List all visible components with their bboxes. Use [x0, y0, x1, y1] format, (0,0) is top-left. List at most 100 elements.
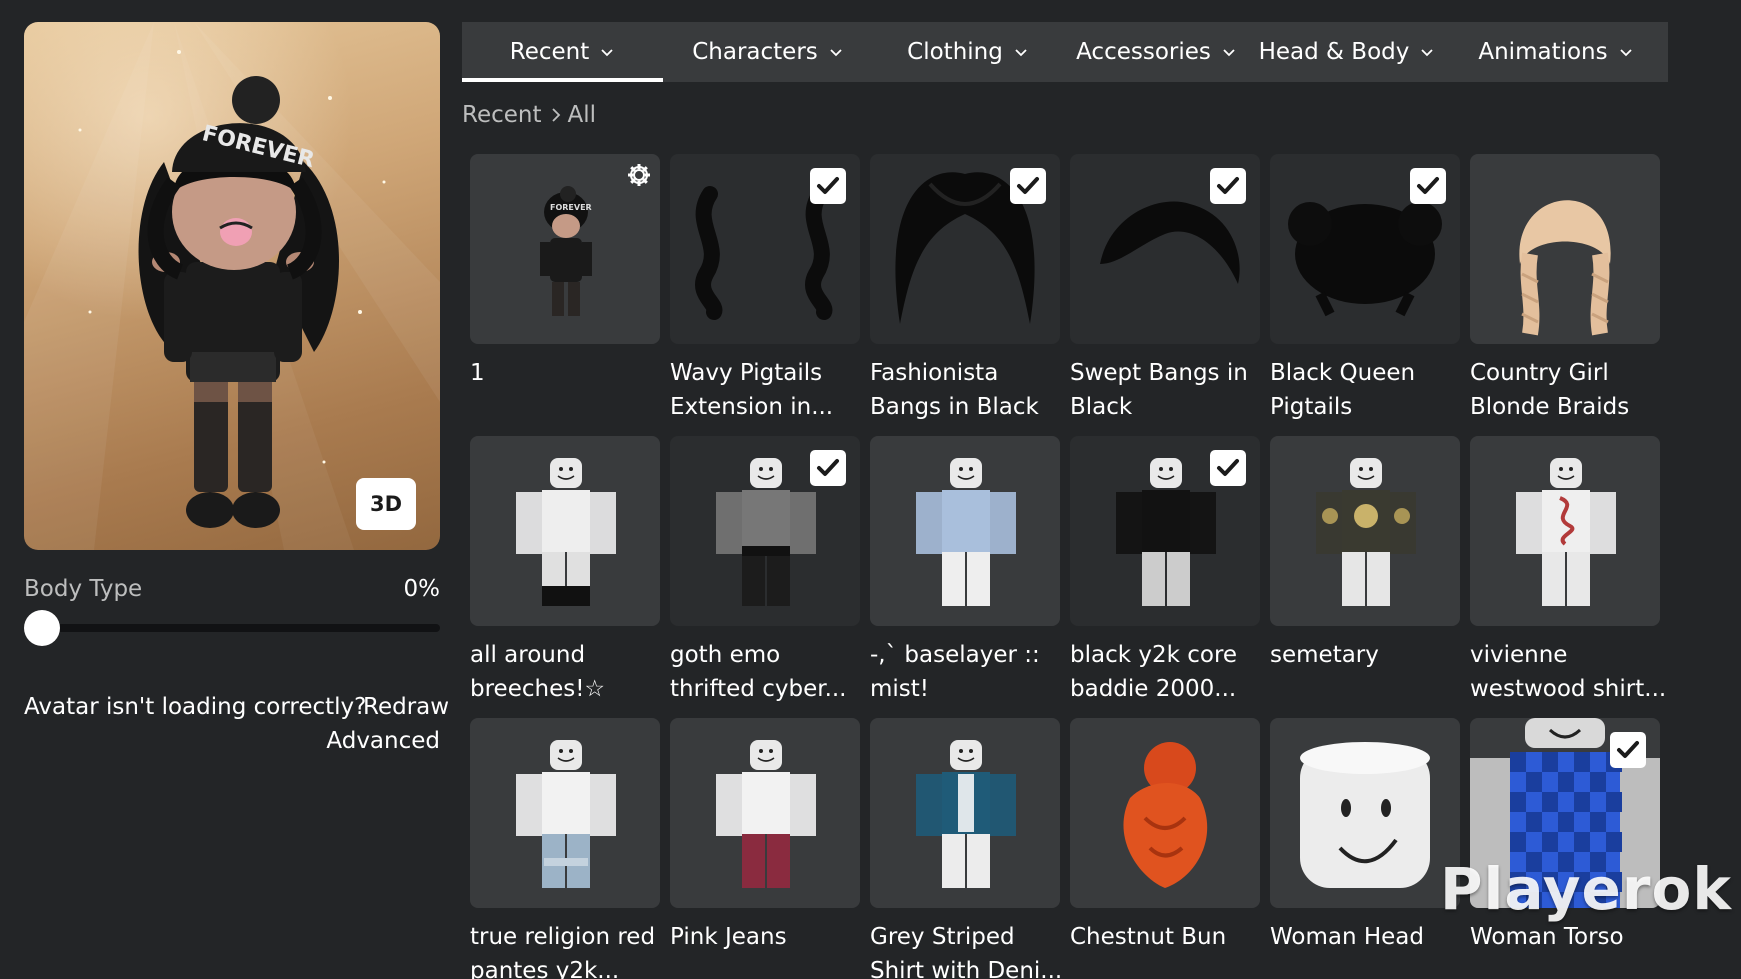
graphic-shirt-thumbnail-icon [1316, 458, 1416, 606]
tab-label: Animations [1478, 39, 1608, 65]
breadcrumb-current: All [567, 102, 597, 128]
item-thumbnail[interactable] [1470, 154, 1660, 344]
item-card[interactable]: all around breeches!☆ [470, 436, 660, 706]
woman-head-thumbnail-icon [1300, 742, 1430, 888]
item-name: Woman Torso [1470, 924, 1624, 950]
item-thumbnail[interactable]: FOREVER [470, 154, 660, 344]
item-card[interactable]: Black Queen Pigtails [1270, 154, 1460, 424]
item-thumbnail[interactable] [1070, 436, 1260, 626]
item-name: Grey Striped Shirt with Deni... [870, 924, 1063, 979]
item-card[interactable]: semetary [1270, 436, 1460, 672]
item-card[interactable]: goth emo thrifted cyber... [670, 436, 860, 706]
chevron-down-icon [1421, 49, 1434, 57]
pink-jeans-thumbnail-icon [716, 740, 816, 888]
item-thumbnail[interactable] [870, 436, 1060, 626]
item-thumbnail[interactable] [470, 718, 660, 908]
breadcrumb: Recent All [462, 102, 596, 128]
item-thumbnail[interactable] [1070, 154, 1260, 344]
item-name: semetary [1270, 642, 1379, 668]
print-shirt-thumbnail-icon [1516, 458, 1616, 606]
tab-recent[interactable]: Recent [462, 22, 663, 82]
blonde-braids-thumbnail-icon [1519, 200, 1611, 336]
item-name: Country Girl Blonde Braids [1470, 360, 1630, 420]
item-card[interactable]: vivienne westwood shirt... [1470, 436, 1666, 706]
item-thumbnail[interactable] [1270, 154, 1460, 344]
item-name: Fashionista Bangs in Black [870, 360, 1039, 420]
item-name: Wavy Pigtails Extension in... [670, 360, 834, 420]
item-name: vivienne westwood shirt... [1470, 642, 1667, 702]
chevron-down-icon [830, 49, 842, 57]
item-card[interactable]: Chestnut Bun [1070, 718, 1260, 954]
item-name: goth emo thrifted cyber... [670, 642, 847, 702]
equipped-checkmark-icon[interactable] [1210, 450, 1246, 486]
item-name: Swept Bangs in Black [1070, 360, 1248, 420]
tab-characters[interactable]: Characters [663, 22, 873, 82]
body-type-slider-thumb[interactable] [24, 610, 60, 646]
tab-head-body[interactable]: Head & Body [1250, 22, 1444, 82]
item-card[interactable]: Swept Bangs in Black [1070, 154, 1260, 424]
item-card[interactable]: Country Girl Blonde Braids [1470, 154, 1660, 424]
item-thumbnail[interactable] [1070, 718, 1260, 908]
tab-label: Head & Body [1258, 39, 1410, 65]
item-card[interactable]: Fashionista Bangs in Black [870, 154, 1060, 424]
item-name: black y2k core baddie 2000... [1070, 642, 1238, 702]
item-thumbnail[interactable] [1270, 436, 1460, 626]
chevron-down-icon [1015, 49, 1027, 57]
chevron-down-icon [1619, 49, 1632, 57]
body-type-slider-track[interactable] [24, 624, 440, 632]
breeches-thumbnail-icon [516, 458, 616, 606]
redraw-link[interactable]: Redraw [363, 694, 449, 720]
tab-label: Recent [509, 39, 590, 65]
item-thumbnail[interactable] [670, 436, 860, 626]
tab-animations[interactable]: Animations [1444, 22, 1668, 82]
item-card[interactable]: Woman Head [1270, 718, 1460, 954]
item-name: Pink Jeans [670, 924, 787, 950]
tab-label: Characters [692, 39, 818, 65]
chevron-down-icon [601, 49, 613, 57]
breadcrumb-parent-link[interactable]: Recent [462, 102, 542, 128]
item-card[interactable]: Wavy Pigtails Extension in... [670, 154, 860, 424]
loading-help-text: Avatar isn't loading correctly? [24, 694, 367, 720]
equipped-checkmark-icon[interactable] [810, 168, 846, 204]
item-card[interactable]: -,` baselayer :: mist! [870, 436, 1060, 706]
chevron-down-icon [1223, 49, 1235, 57]
equipped-checkmark-icon[interactable] [1610, 732, 1646, 768]
svg-text:FOREVER: FOREVER [550, 203, 592, 212]
advanced-link[interactable]: Advanced [300, 728, 440, 754]
watermark-text: Playerok [1440, 855, 1732, 923]
item-name: 1 [470, 360, 485, 386]
view-3d-button[interactable]: 3D [356, 478, 416, 530]
item-name: -,` baselayer :: mist! [870, 642, 1040, 702]
item-thumbnail[interactable] [1270, 718, 1460, 908]
item-card[interactable]: Grey Striped Shirt with Deni... [870, 718, 1062, 979]
item-name: Woman Head [1270, 924, 1424, 950]
denim-shirt-thumbnail-icon [916, 740, 1016, 888]
gear-icon[interactable] [626, 162, 652, 188]
item-thumbnail[interactable] [670, 154, 860, 344]
item-card[interactable]: black y2k core baddie 2000... [1070, 436, 1260, 706]
item-thumbnail[interactable] [870, 718, 1060, 908]
item-thumbnail[interactable] [870, 154, 1060, 344]
equipped-checkmark-icon[interactable] [1410, 168, 1446, 204]
chestnut-bun-thumbnail-icon [1123, 742, 1208, 888]
item-card[interactable]: true religion red pantes y2k... [470, 718, 660, 979]
avatar-character: FOREVER [138, 76, 339, 528]
body-type-value: 0% [403, 576, 441, 602]
item-thumbnail[interactable] [470, 436, 660, 626]
baselayer-thumbnail-icon [916, 458, 1016, 606]
item-thumbnail[interactable] [1470, 436, 1660, 626]
jeans-thumbnail-icon [516, 740, 616, 888]
tab-clothing[interactable]: Clothing [873, 22, 1063, 82]
tab-accessories[interactable]: Accessories [1063, 22, 1250, 82]
body-type-label: Body Type [24, 576, 143, 602]
equipped-checkmark-icon[interactable] [1210, 168, 1246, 204]
equipped-checkmark-icon[interactable] [1010, 168, 1046, 204]
chevron-right-icon [551, 108, 560, 122]
equipped-checkmark-icon[interactable] [810, 450, 846, 486]
tab-label: Accessories [1076, 39, 1211, 65]
item-thumbnail[interactable] [670, 718, 860, 908]
avatar-preview[interactable]: FOREVER 3D [24, 22, 440, 550]
item-card[interactable]: FOREVER 1 [470, 154, 660, 390]
tab-label: Clothing [907, 39, 1003, 65]
item-card[interactable]: Pink Jeans [670, 718, 860, 954]
